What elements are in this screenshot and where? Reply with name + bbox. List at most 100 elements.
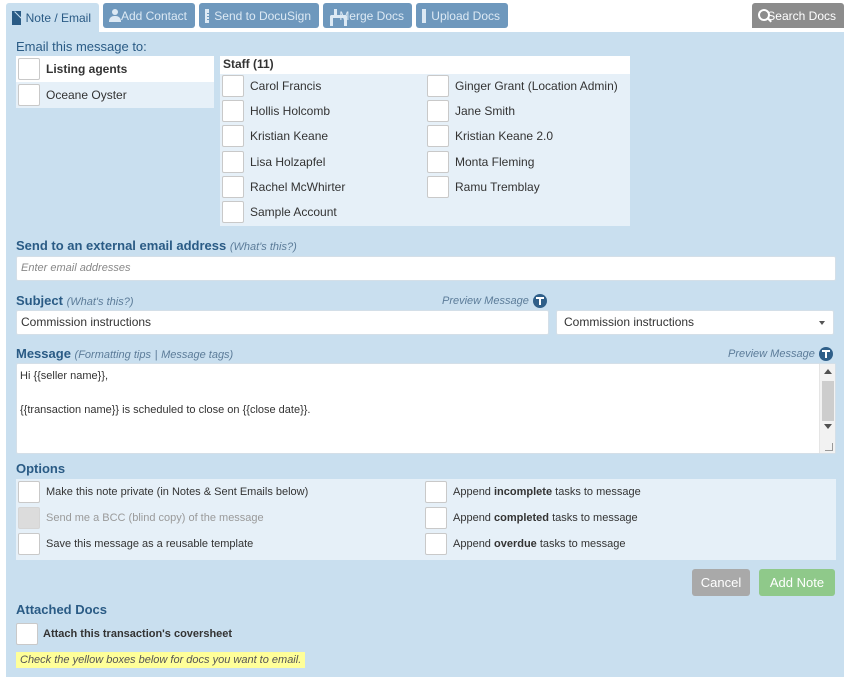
- email-to-heading: Email this message to:: [16, 39, 147, 54]
- scroll-down-icon[interactable]: [824, 424, 832, 429]
- checkbox[interactable]: [222, 151, 244, 173]
- preview-icon: [532, 294, 547, 308]
- add-contact-label: Add Contact: [120, 8, 187, 23]
- person-plus-icon: [109, 8, 121, 23]
- checkbox[interactable]: [222, 201, 244, 223]
- scrollbar-thumb[interactable]: [822, 381, 834, 421]
- checkbox[interactable]: [16, 623, 38, 645]
- option-label: Make this note private (in Notes & Sent …: [46, 486, 309, 498]
- options-title: Options: [16, 461, 66, 476]
- checkbox[interactable]: [222, 176, 244, 198]
- option-append-incomplete[interactable]: Append incomplete tasks to message: [425, 480, 641, 504]
- option-bcc: Send me a BCC (blind copy) of the messag…: [18, 506, 264, 530]
- external-email-input[interactable]: Enter email addresses: [16, 256, 836, 281]
- staff-item[interactable]: Rachel McWhirter: [222, 175, 345, 199]
- scroll-up-icon[interactable]: [824, 369, 832, 374]
- merge-docs-button[interactable]: Merge Docs: [323, 3, 412, 28]
- yellow-box-hint: Check the yellow boxes below for docs yo…: [16, 652, 306, 668]
- checkbox[interactable]: [222, 75, 244, 97]
- staff-name: Sample Account: [250, 205, 337, 219]
- checkbox[interactable]: [425, 481, 447, 503]
- whats-this-link[interactable]: (What's this?): [67, 296, 134, 308]
- attached-docs-title: Attached Docs: [16, 602, 108, 617]
- checkbox[interactable]: [427, 151, 449, 173]
- staff-item[interactable]: Ramu Tremblay: [427, 175, 540, 199]
- option-save-template[interactable]: Save this message as a reusable template: [18, 532, 253, 556]
- merge-icon: [329, 8, 349, 26]
- staff-item[interactable]: Carol Francis: [222, 74, 321, 98]
- formatting-tips-link[interactable]: (Formatting tips: [75, 349, 151, 361]
- message-tags-link[interactable]: Message tags): [161, 349, 233, 361]
- add-note-button[interactable]: Add Note: [759, 569, 835, 596]
- upload-docs-label: Upload Docs: [431, 8, 500, 23]
- attach-coversheet-option[interactable]: Attach this transaction's coversheet: [16, 623, 232, 645]
- merge-docs-label: Merge Docs: [339, 8, 404, 23]
- checkbox[interactable]: [18, 481, 40, 503]
- send-docusign-button[interactable]: Send to DocuSign: [199, 3, 319, 28]
- staff-item[interactable]: Monta Fleming: [427, 150, 534, 174]
- staff-item[interactable]: Kristian Keane: [222, 124, 328, 148]
- checkbox[interactable]: [222, 100, 244, 122]
- add-contact-button[interactable]: Add Contact: [103, 3, 195, 28]
- tab-bar: Note / Email Add Contact Send to DocuSig…: [0, 0, 850, 32]
- message-line: {{transaction name}} is scheduled to clo…: [20, 404, 311, 416]
- checkbox[interactable]: [18, 533, 40, 555]
- message-heading: Message (Formatting tips | Message tags): [16, 346, 233, 361]
- attach-coversheet-label: Attach this transaction's coversheet: [43, 628, 233, 640]
- attached-docs-heading: Attached Docs: [16, 602, 107, 617]
- staff-name: Rachel McWhirter: [250, 180, 346, 194]
- checkbox[interactable]: [427, 100, 449, 122]
- staff-name: Lisa Holzapfel: [250, 155, 326, 169]
- upload-docs-button[interactable]: Upload Docs: [416, 3, 508, 28]
- checkbox[interactable]: [425, 533, 447, 555]
- upload-icon: [422, 8, 430, 23]
- staff-name: Kristian Keane 2.0: [455, 129, 554, 143]
- staff-item[interactable]: Lisa Holzapfel: [222, 150, 325, 174]
- checkbox[interactable]: [222, 125, 244, 147]
- recipient-listing-agents[interactable]: Listing agents: [16, 56, 214, 82]
- message-title: Message: [16, 346, 71, 361]
- option-append-overdue[interactable]: Append overdue tasks to message: [425, 532, 625, 556]
- staff-name: Hollis Holcomb: [250, 104, 331, 118]
- scrollbar[interactable]: [819, 364, 835, 453]
- option-label: Send me a BCC (blind copy) of the messag…: [46, 512, 264, 524]
- search-docs-label: Search Docs: [767, 8, 836, 23]
- send-docusign-label: Send to DocuSign: [214, 8, 311, 23]
- document-icon: [205, 8, 215, 23]
- checkbox[interactable]: [427, 125, 449, 147]
- option-label: Save this message as a reusable template: [46, 538, 254, 550]
- checkbox[interactable]: [427, 176, 449, 198]
- message-textarea[interactable]: Hi {{seller name}}, {{transaction name}}…: [16, 363, 836, 454]
- staff-name: Ramu Tremblay: [455, 180, 540, 194]
- staff-item[interactable]: Sample Account: [222, 200, 337, 224]
- whats-this-link[interactable]: (What's this?): [230, 241, 297, 253]
- preview-message-label: Preview Message: [442, 295, 529, 307]
- message-line: Hi {{seller name}},: [20, 370, 109, 382]
- checkbox[interactable]: [427, 75, 449, 97]
- template-select[interactable]: Commission instructions: [556, 310, 834, 335]
- message-line: [20, 386, 835, 403]
- staff-name: Carol Francis: [250, 79, 322, 93]
- tab-note-email[interactable]: Note / Email: [6, 3, 99, 32]
- option-label: Append incomplete tasks to message: [453, 486, 641, 498]
- resize-handle-icon[interactable]: [825, 443, 833, 451]
- search-icon: [758, 8, 771, 23]
- checkbox[interactable]: [18, 84, 40, 106]
- option-private[interactable]: Make this note private (in Notes & Sent …: [18, 480, 308, 504]
- staff-item[interactable]: Jane Smith: [427, 99, 515, 123]
- cancel-button[interactable]: Cancel: [692, 569, 750, 596]
- checkbox[interactable]: [425, 507, 447, 529]
- staff-item[interactable]: Kristian Keane 2.0: [427, 124, 553, 148]
- option-label: Append completed tasks to message: [453, 512, 638, 524]
- preview-message-link[interactable]: Preview Message: [728, 347, 833, 361]
- staff-item[interactable]: Ginger Grant (Location Admin): [427, 74, 618, 98]
- staff-item[interactable]: Hollis Holcomb: [222, 99, 330, 123]
- recipient-label: Oceane Oyster: [46, 88, 127, 102]
- checkbox[interactable]: [18, 58, 40, 80]
- option-append-completed[interactable]: Append completed tasks to message: [425, 506, 638, 530]
- preview-message-link[interactable]: Preview Message: [442, 294, 547, 308]
- search-docs-button[interactable]: Search Docs: [752, 3, 844, 28]
- recipient-oceane-oyster[interactable]: Oceane Oyster: [16, 82, 214, 108]
- subject-input[interactable]: Commission instructions: [16, 310, 549, 335]
- checkbox: [18, 507, 40, 529]
